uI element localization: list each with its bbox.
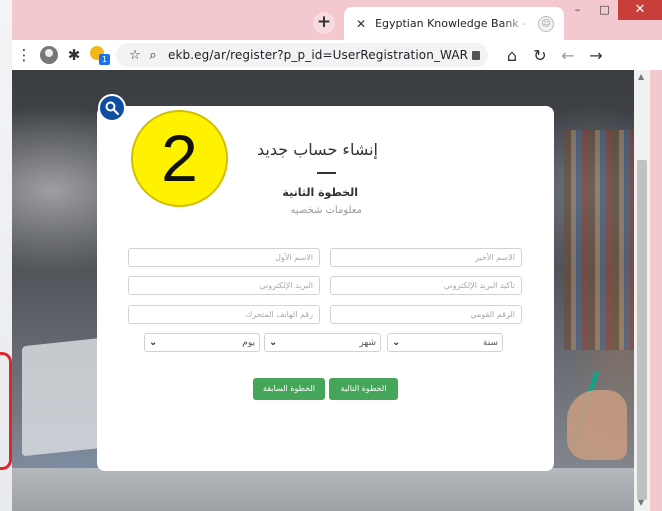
scrollbar-thumb[interactable] (637, 160, 647, 500)
profile-extension-icon[interactable] (40, 46, 58, 64)
site-search-button[interactable] (98, 94, 126, 122)
first-name-input[interactable] (128, 248, 320, 267)
tab-favicon-icon: ☺ (538, 15, 554, 32)
close-tab-icon[interactable]: ✕ (356, 17, 366, 31)
tab-title: Egyptian Knowledge Bank - Regi (375, 17, 532, 30)
minimize-button[interactable]: – (564, 0, 591, 20)
new-tab-button[interactable]: + (313, 12, 335, 34)
url-text[interactable]: ekb.eg/ar/register?p_p_id=UserRegistrati… (168, 48, 468, 62)
year-select-value: سنة (482, 337, 498, 348)
previous-step-button[interactable]: الخطوة السابقة (253, 378, 325, 400)
step-number-badge: 2 (131, 110, 228, 207)
page-title: إنشاء حساب جديد (257, 140, 378, 159)
bookmark-star-icon[interactable]: ☆ (126, 48, 144, 63)
email-input[interactable] (128, 276, 320, 295)
day-select-value: يوم (242, 337, 255, 348)
menu-icon[interactable]: ⋮ (12, 46, 36, 64)
step-subtitle: معلومات شخصيه (290, 205, 362, 216)
title-divider (317, 172, 336, 174)
scroll-up-icon[interactable]: ▲ (638, 72, 644, 81)
national-id-input[interactable] (330, 305, 522, 324)
highlight-bracket (0, 352, 12, 470)
puzzle-icon[interactable]: ✱ (62, 46, 86, 64)
background-hand (567, 390, 627, 460)
scroll-down-icon[interactable]: ▼ (638, 498, 644, 507)
extension-badge: 1 (99, 54, 110, 65)
extension-icon[interactable]: 1 (88, 45, 110, 65)
chevron-down-icon: ⌄ (149, 337, 158, 348)
home-icon[interactable]: ⌂ (498, 46, 526, 65)
magnifier-icon (105, 101, 119, 115)
address-bar[interactable]: ☆ ⌕ ekb.eg/ar/register?p_p_id=UserRegist… (116, 43, 488, 67)
next-step-button[interactable]: الخطوة التالية (329, 378, 398, 400)
chevron-down-icon: ⌄ (392, 337, 401, 348)
active-tab[interactable]: ✕ Egyptian Knowledge Bank - Regi ☺ (344, 7, 564, 40)
email-confirm-input[interactable] (330, 276, 522, 295)
reload-icon[interactable]: ↻ (526, 46, 554, 65)
page-scrollbar[interactable]: ▲ ▼ (634, 70, 650, 511)
lock-icon[interactable] (472, 50, 480, 60)
background-desk (12, 468, 634, 511)
tab-strip: + ✕ Egyptian Knowledge Bank - Regi ☺ – □… (12, 0, 662, 40)
browser-toolbar: ⋮ ✱ 1 ☆ ⌕ ekb.eg/ar/register?p_p_id=User… (12, 40, 662, 70)
background-bookshelf (564, 130, 634, 350)
month-select-value: شهر (359, 337, 376, 348)
back-icon[interactable]: ← (554, 46, 582, 65)
window-controls: – □ ✕ (564, 0, 662, 22)
day-select[interactable]: ⌄ يوم (144, 333, 260, 352)
search-icon: ⌕ (149, 47, 157, 63)
navigation-buttons: ⌂ ↻ ← → (498, 46, 610, 65)
forward-icon[interactable]: → (582, 46, 610, 65)
last-name-input[interactable] (330, 248, 522, 267)
step-label: الخطوة الثانية (282, 186, 358, 199)
close-window-button[interactable]: ✕ (618, 0, 662, 20)
mobile-input[interactable] (128, 305, 320, 324)
maximize-button[interactable]: □ (591, 0, 618, 20)
month-select[interactable]: ⌄ شهر (264, 333, 381, 352)
chevron-down-icon: ⌄ (269, 337, 278, 348)
year-select[interactable]: ⌄ سنة (387, 333, 503, 352)
